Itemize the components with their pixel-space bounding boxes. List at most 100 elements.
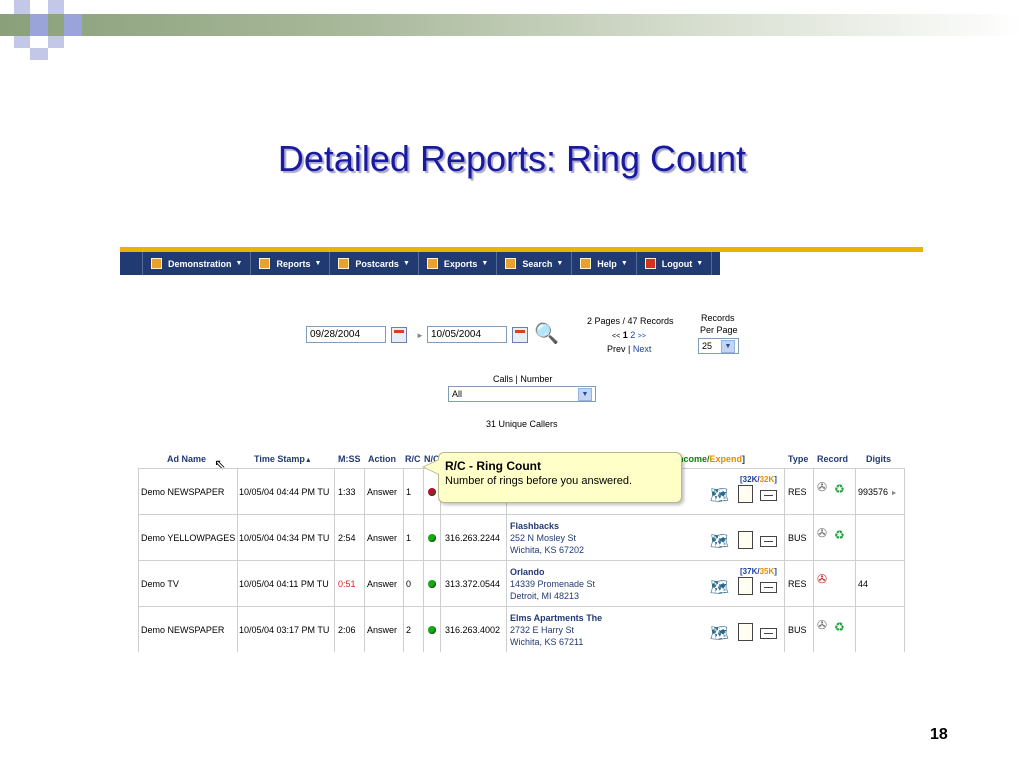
cell-business-name[interactable]: Orlando xyxy=(510,567,545,577)
table-border xyxy=(237,468,238,652)
postcard-icon[interactable] xyxy=(760,628,777,639)
recording-blocked-icon[interactable]: ✇ xyxy=(817,572,827,586)
map-icon[interactable]: 🗺 xyxy=(710,579,729,597)
decoration-square xyxy=(64,14,82,36)
calls-filter-select[interactable]: All ▼ xyxy=(448,386,596,402)
decoration-square xyxy=(30,48,48,60)
report-screenshot: Demonstration ▼ Reports ▼ Postcards ▼ Expor… xyxy=(120,247,923,652)
end-date-input[interactable]: 10/05/2004 xyxy=(427,326,507,343)
postcard-icon[interactable] xyxy=(760,490,777,501)
table-border xyxy=(784,468,785,652)
cell-action: Answer xyxy=(367,579,398,589)
table-border xyxy=(403,468,404,652)
cell-mss: 2:06 xyxy=(338,625,356,635)
status-dot-icon xyxy=(428,626,436,634)
recycle-icon[interactable]: ♻ xyxy=(834,482,845,496)
map-icon[interactable]: 🗺 xyxy=(710,533,729,551)
cell-digits: 993576 ► xyxy=(858,487,898,497)
pager-page-2[interactable]: 2 xyxy=(630,330,635,340)
tooltip-text: Number of rings before you answered. xyxy=(445,475,633,487)
document-icon[interactable] xyxy=(738,531,753,549)
cell-action: Answer xyxy=(367,533,398,543)
calendar-icon[interactable] xyxy=(391,327,407,343)
mouse-pointer-icon: ⇖ xyxy=(214,456,226,472)
chevron-down-icon: ▼ xyxy=(578,387,592,401)
cell-street: 14339 Promenade St xyxy=(510,579,596,589)
arrow-right-icon: ► xyxy=(416,331,424,340)
nav-help[interactable]: Help ▼ xyxy=(572,252,637,275)
decoration-square xyxy=(14,36,30,48)
postcards-icon xyxy=(338,258,350,269)
status-dot-icon xyxy=(428,534,436,542)
table-border xyxy=(138,606,904,607)
caret-down-icon: ▼ xyxy=(314,260,322,267)
tooltip-title: R/C - Ring Count xyxy=(445,459,541,473)
header-rc[interactable]: R/C xyxy=(405,454,421,464)
header-record[interactable]: Record xyxy=(817,454,848,464)
pager-next-arrows[interactable]: >> xyxy=(638,333,646,340)
nav-search[interactable]: Search ▼ xyxy=(497,252,573,275)
caret-down-icon: ▼ xyxy=(556,260,564,267)
decoration-square xyxy=(30,14,48,36)
cell-business-name[interactable]: Elms Apartments The xyxy=(510,613,602,623)
nav-reports[interactable]: Reports ▼ xyxy=(251,252,331,275)
page-number: 18 xyxy=(930,726,948,743)
calendar-icon[interactable] xyxy=(512,327,528,343)
cell-street: 252 N Mosley St xyxy=(510,533,577,543)
recording-icon[interactable]: ✇ xyxy=(817,526,827,540)
map-icon[interactable]: 🗺 xyxy=(710,487,729,505)
cell-business-name[interactable]: Flashbacks xyxy=(510,521,559,531)
cell-city: Wichita, KS 67211 xyxy=(510,637,584,647)
search-go-icon[interactable]: 🔍 xyxy=(534,321,559,346)
cell-street: 2732 E Harry St xyxy=(510,625,575,635)
table-border xyxy=(334,468,335,652)
recycle-icon[interactable]: ♻ xyxy=(834,528,845,542)
cell-time: 10/05/04 04:11 PM TU xyxy=(239,579,329,589)
pages-summary: 2 Pages / 47 Records xyxy=(587,316,674,326)
recording-icon[interactable]: ✇ xyxy=(817,480,827,494)
prev-link[interactable]: Prev xyxy=(607,344,626,354)
cell-type: RES xyxy=(788,579,807,589)
cell-city: Wichita, KS 67202 xyxy=(510,545,585,555)
search-icon xyxy=(505,258,517,269)
cell-type: BUS xyxy=(788,533,807,543)
map-icon[interactable]: 🗺 xyxy=(710,625,729,643)
pager: << 1 2 >> xyxy=(612,330,646,340)
postcard-icon[interactable] xyxy=(760,582,777,593)
nav-postcards[interactable]: Postcards ▼ xyxy=(330,252,419,275)
recycle-icon[interactable]: ♻ xyxy=(834,620,845,634)
nav-exports[interactable]: Exports ▼ xyxy=(419,252,498,275)
caret-down-icon: ▼ xyxy=(696,260,704,267)
postcard-icon[interactable] xyxy=(760,536,777,547)
header-ad-name[interactable]: Ad Name xyxy=(167,454,206,464)
rc-tooltip: R/C - Ring Count Number of rings before … xyxy=(438,452,682,503)
header-type[interactable]: Type xyxy=(788,454,808,464)
cell-ad-name: Demo NEWSPAPER xyxy=(141,487,225,497)
cell-phone: 316.263.4002 xyxy=(445,625,501,635)
cell-ad-name: Demo NEWSPAPER xyxy=(141,625,225,635)
nav-demonstration[interactable]: Demonstration ▼ xyxy=(142,252,252,275)
records-per-page-select[interactable]: 25 ▼ xyxy=(698,338,739,354)
table-border xyxy=(855,468,856,652)
header-action[interactable]: Action xyxy=(368,454,396,464)
cell-ad-name: Demo TV xyxy=(141,579,179,589)
decoration-square xyxy=(14,0,30,14)
document-icon[interactable] xyxy=(738,485,753,503)
start-date-input[interactable]: 09/28/2004 xyxy=(306,326,386,343)
header-mss[interactable]: M:SS xyxy=(338,454,361,464)
document-icon[interactable] xyxy=(738,623,753,641)
header-time-stamp[interactable]: Time Stamp▲ xyxy=(254,454,312,464)
table-border xyxy=(904,468,905,652)
header-digits[interactable]: Digits xyxy=(866,454,891,464)
chevron-down-icon: ▼ xyxy=(721,339,735,353)
cell-type: RES xyxy=(788,487,807,497)
income-expend-badge: [37K/35K] xyxy=(740,567,777,576)
next-link[interactable]: Next xyxy=(633,344,652,354)
document-icon[interactable] xyxy=(738,577,753,595)
cell-mss: 0:51 xyxy=(338,579,356,589)
cell-time: 10/05/04 04:34 PM TU xyxy=(239,533,330,543)
header-income-expend[interactable]: ncome/Expend] xyxy=(678,454,745,464)
nav-logout[interactable]: Logout ▼ xyxy=(637,252,713,275)
recording-icon[interactable]: ✇ xyxy=(817,618,827,632)
cell-rc: 1 xyxy=(406,533,412,543)
